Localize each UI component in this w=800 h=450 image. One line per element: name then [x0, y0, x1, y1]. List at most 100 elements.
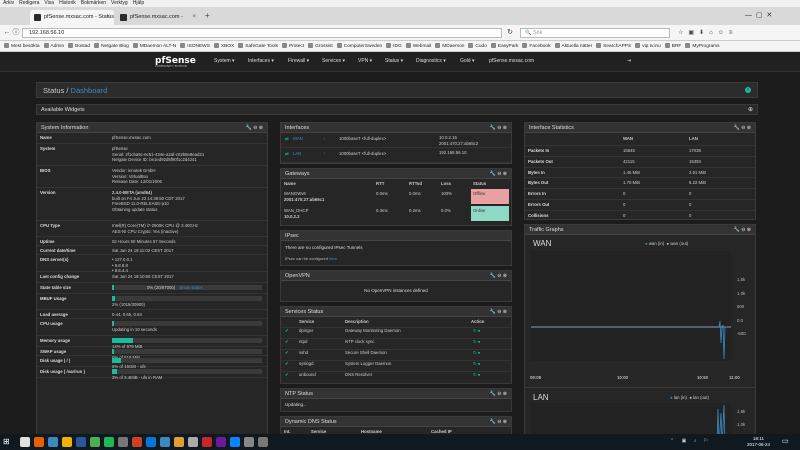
- close-icon[interactable]: ×: [106, 10, 110, 25]
- add-widget-icon[interactable]: ⊕: [748, 105, 753, 115]
- tab-system[interactable]: pfSense.mxsac.com - System ×: [116, 10, 200, 35]
- ipsec-configure-link[interactable]: here.: [329, 256, 338, 261]
- nav-item[interactable]: Status ▾: [385, 58, 403, 64]
- taskbar-app-icon[interactable]: [132, 437, 142, 447]
- service-restart-icon[interactable]: ↻ ●: [473, 361, 480, 367]
- tab-status[interactable]: pfSense.mxsac.com - Status ×: [30, 10, 114, 25]
- taskbar-app-icon[interactable]: [258, 437, 268, 447]
- nav-item[interactable]: Services ▾: [322, 58, 345, 64]
- close-icon[interactable]: ×: [192, 10, 196, 25]
- interface-name-link[interactable]: WAN: [293, 136, 303, 141]
- widget-tools-icon[interactable]: 🔧 ⊖ ⊗: [490, 169, 507, 179]
- menu-item[interactable]: Arkiv: [3, 0, 14, 6]
- wan-graph-legend[interactable]: ● wan (in) ● wan (out): [645, 241, 688, 246]
- lan-graph-legend[interactable]: ● lan (in) ● lan (out): [670, 395, 709, 400]
- nav-item[interactable]: Gold ▾: [460, 58, 474, 64]
- taskbar-app-icon[interactable]: [20, 437, 30, 447]
- nav-item[interactable]: Firewall ▾: [288, 58, 309, 64]
- taskbar-app-icon[interactable]: [48, 437, 58, 447]
- nav-item[interactable]: pfSense.mxsac.com: [489, 58, 534, 64]
- search-input[interactable]: Sök: [520, 28, 670, 38]
- bookmark-item[interactable]: MDaemon ALT-N: [132, 41, 176, 51]
- widget-tools-icon[interactable]: 🔧 ⊖ ⊗: [734, 225, 751, 235]
- breadcrumb-dashboard[interactable]: Dashboard: [71, 86, 108, 95]
- widget-tools-icon[interactable]: 🔧 ⊖ ⊗: [490, 271, 507, 281]
- menu-item[interactable]: Historik: [59, 0, 76, 6]
- widget-tools-icon[interactable]: 🔧 ⊖ ⊗: [490, 307, 507, 317]
- logout-icon[interactable]: ⇥: [627, 58, 631, 64]
- widget-tools-icon[interactable]: 🔧 ⊖ ⊗: [490, 389, 507, 399]
- help-icon[interactable]: ?: [745, 87, 751, 93]
- bookmark-item[interactable]: ComputerSweden: [336, 41, 382, 51]
- widget-tools-icon[interactable]: 🔧 ⊖ ⊗: [734, 123, 751, 133]
- service-restart-icon[interactable]: ↻ ●: [473, 372, 480, 378]
- bookmark-item[interactable]: SafeGate Tools: [238, 41, 278, 51]
- info-icon[interactable]: ⓘ: [11, 28, 21, 38]
- menu-item[interactable]: Visa: [44, 0, 54, 6]
- bookmark-item[interactable]: Admin: [43, 41, 64, 51]
- taskbar-app-icon[interactable]: [188, 437, 198, 447]
- bookmark-item[interactable]: Facebook: [522, 41, 551, 51]
- bookmark-item[interactable]: Aktuella nätter: [554, 41, 592, 51]
- show-states-link[interactable]: Show states: [179, 285, 202, 290]
- taskbar-app-icon[interactable]: [146, 437, 156, 447]
- bookmark-item[interactable]: ISONEWS: [180, 41, 210, 51]
- service-restart-icon[interactable]: ↻ ●: [473, 350, 480, 356]
- nav-item[interactable]: System ▾: [214, 58, 235, 64]
- nav-item[interactable]: Interfaces ▾: [248, 58, 274, 64]
- system-clock[interactable]: 18:11 2017-06-24: [747, 436, 770, 448]
- taskbar-app-icon[interactable]: [104, 437, 114, 447]
- new-tab-button[interactable]: +: [205, 11, 210, 20]
- bookmark-item[interactable]: IDG: [386, 41, 402, 51]
- bookmark-item[interactable]: Protect: [281, 41, 304, 51]
- bookmark-item[interactable]: BRF: [664, 41, 681, 51]
- pfsense-logo[interactable]: pfSense COMMUNITY EDITION: [155, 56, 196, 68]
- widget-tools-icon[interactable]: 🔧 ⊖ ⊗: [246, 123, 263, 133]
- bookmark-item[interactable]: Grossist: [308, 41, 333, 51]
- bookmark-item[interactable]: Netgate Blog: [94, 41, 129, 51]
- reload-icon[interactable]: ↻: [505, 28, 515, 38]
- widget-tools-icon[interactable]: 🔧 ⊖ ⊗: [490, 417, 507, 427]
- widget-tools-icon[interactable]: 🔧 ⊖ ⊗: [490, 123, 507, 133]
- bookmark-item[interactable]: Mest besökta: [4, 41, 40, 51]
- bookmark-item[interactable]: Cudo: [468, 41, 487, 51]
- browser-tool-icons[interactable]: ☆▣⬇⌂☺≡: [678, 29, 737, 36]
- bookmark-item[interactable]: XBOX: [213, 41, 234, 51]
- taskbar-app-icon[interactable]: [118, 437, 128, 447]
- window-controls[interactable]: — ▢ ✕: [745, 11, 772, 19]
- bookmark-item[interactable]: Bostad: [68, 41, 90, 51]
- menu-item[interactable]: Bokmärken: [81, 0, 106, 6]
- notification-icon[interactable]: ▭: [782, 437, 792, 447]
- bookmark-item[interactable]: EasyPark: [490, 41, 518, 51]
- bookmark-item[interactable]: MDaemon: [435, 41, 464, 51]
- taskbar-app-icon[interactable]: [34, 437, 44, 447]
- url-input[interactable]: 192.168.56.10: [22, 28, 502, 38]
- taskbar-app-icon[interactable]: [76, 437, 86, 447]
- windows-start-icon[interactable]: ⊞: [3, 437, 13, 447]
- taskbar-app-icon[interactable]: [202, 437, 212, 447]
- taskbar-app-icon[interactable]: [90, 437, 100, 447]
- bookmark-item[interactable]: vip.tv.inu: [635, 41, 661, 51]
- nav-item[interactable]: VPN ▾: [358, 58, 372, 64]
- service-restart-icon[interactable]: ↻ ●: [473, 339, 480, 345]
- menu-item[interactable]: Verktyg: [111, 0, 128, 6]
- menu-item[interactable]: Redigera: [19, 0, 39, 6]
- bookmark-item[interactable]: Webmail: [405, 41, 431, 51]
- menu-item[interactable]: Hjälp: [133, 0, 144, 6]
- taskbar-app-icon[interactable]: [230, 437, 240, 447]
- bookmark-item[interactable]: MyPrograms: [685, 41, 720, 51]
- sysinfo-value-line[interactable]: Obtaining update status: [112, 207, 185, 213]
- breadcrumb-status[interactable]: Status: [43, 86, 64, 95]
- taskbar-app-icon[interactable]: [244, 437, 254, 447]
- usage-bar: [112, 338, 262, 343]
- bookmark-item[interactable]: SearchAPPS: [596, 41, 631, 51]
- nav-item[interactable]: Diagnostics ▾: [416, 58, 446, 64]
- tray-icons[interactable]: ⌃ ▣ ♪ ⚐: [670, 438, 711, 444]
- available-widgets-bar[interactable]: Available Widgets ⊕: [36, 104, 758, 115]
- taskbar-app-icon[interactable]: [62, 437, 72, 447]
- service-restart-icon[interactable]: ↻ ●: [473, 328, 480, 334]
- taskbar-app-icon[interactable]: [160, 437, 170, 447]
- interface-name-link[interactable]: LAN: [293, 151, 301, 156]
- taskbar-app-icon[interactable]: [174, 437, 184, 447]
- taskbar-app-icon[interactable]: [216, 437, 226, 447]
